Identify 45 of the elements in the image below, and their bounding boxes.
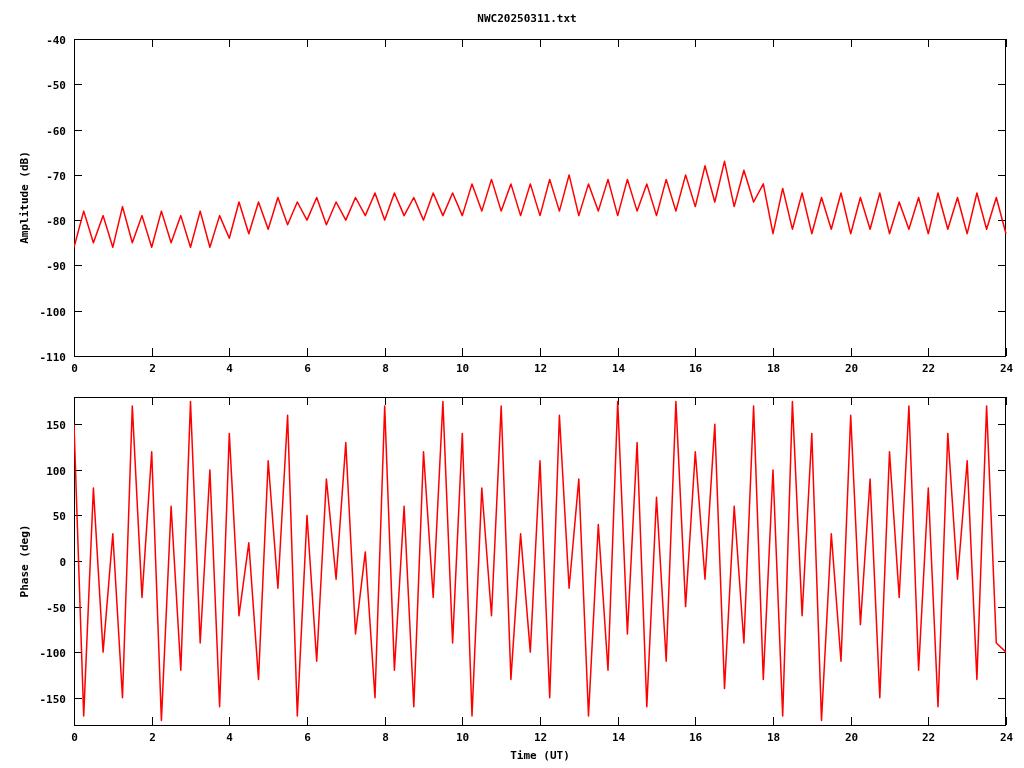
tick-label: -110 xyxy=(39,350,66,364)
tick-label: -80 xyxy=(46,214,66,228)
tick-label: 2 xyxy=(149,731,156,744)
axis-title: Amplitude (dB) xyxy=(18,151,31,244)
tick-label: 150 xyxy=(46,418,66,432)
tick-label: 50 xyxy=(52,509,66,523)
tick-label: 0 xyxy=(71,731,78,744)
tick-label: 14 xyxy=(611,731,626,744)
axis-title: Time (UT) xyxy=(510,749,570,762)
tick-label: 20 xyxy=(844,362,859,375)
tick-label: 6 xyxy=(304,731,311,744)
tick-label: -150 xyxy=(39,692,66,706)
tick-label: 12 xyxy=(533,731,548,744)
tick-label: -100 xyxy=(39,305,66,319)
tick-label: 4 xyxy=(226,362,233,375)
tick-label: 24 xyxy=(999,731,1014,744)
tick-label: 0 xyxy=(71,362,78,375)
tick-label: 10 xyxy=(455,362,470,375)
tick-label: 18 xyxy=(766,731,781,744)
tick-label: -50 xyxy=(46,601,66,615)
tick-label: 6 xyxy=(304,362,311,375)
tick-label: 12 xyxy=(533,362,548,375)
tick-label: 4 xyxy=(226,731,233,744)
tick-label: -40 xyxy=(46,33,66,47)
tick-label: 20 xyxy=(844,731,859,744)
tick-label: 2 xyxy=(149,362,156,375)
tick-label: 10 xyxy=(455,731,470,744)
tick-label: 16 xyxy=(688,731,703,744)
tick-label: 22 xyxy=(921,731,936,744)
tick-label: -50 xyxy=(46,78,66,92)
tick-label: -70 xyxy=(46,169,66,183)
tick-label: 14 xyxy=(611,362,626,375)
tick-label: 24 xyxy=(999,362,1014,375)
tick-label: 8 xyxy=(382,731,389,744)
tick-label: 0 xyxy=(59,555,66,569)
tick-label: -60 xyxy=(46,124,66,138)
tick-label: 100 xyxy=(46,464,66,478)
axis-title: Phase (deg) xyxy=(18,524,31,598)
tick-label: -100 xyxy=(39,646,66,660)
tick-label: 16 xyxy=(688,362,703,375)
tick-label: -90 xyxy=(46,259,66,273)
tick-label: 18 xyxy=(766,362,781,375)
tick-label: 22 xyxy=(921,362,936,375)
tick-label: 8 xyxy=(382,362,389,375)
chart-title: NWC20250311.txt xyxy=(477,12,577,27)
